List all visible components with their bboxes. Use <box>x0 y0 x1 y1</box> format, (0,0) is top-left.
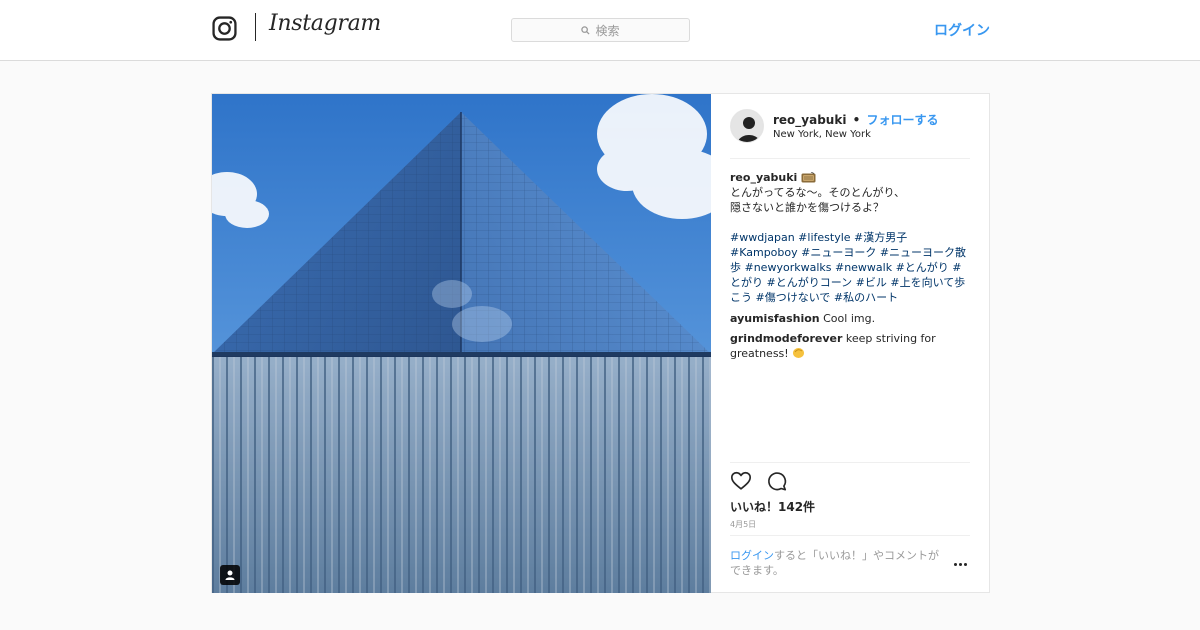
post-header: reo_yabuki • フォローする New York, New York <box>730 109 970 159</box>
top-navigation-bar: Instagram 検索 ログイン <box>0 0 1200 61</box>
comment-item: grindmodeforever keep striving for great… <box>730 331 970 361</box>
post-username[interactable]: reo_yabuki <box>773 113 846 127</box>
search-placeholder: 検索 <box>595 23 620 38</box>
divider <box>730 462 970 463</box>
caption-line: 隠さないと誰かを傷つけるよ？ <box>730 201 884 214</box>
comment-text: Cool img. <box>823 312 876 325</box>
logo-divider <box>255 13 256 41</box>
caption-line: とんがってるな〜。そのとんがり、 <box>730 186 906 199</box>
login-link[interactable]: ログイン <box>934 20 990 40</box>
caption: reo_yabuki とんがってるな〜。そのとんがり、 隠さないと誰かを傷つける… <box>730 170 970 305</box>
divider <box>730 158 970 159</box>
comment-item: ayumisfashion Cool img. <box>730 311 970 326</box>
comment-username[interactable]: ayumisfashion <box>730 312 820 325</box>
login-prompt: ログインすると「いいね！」やコメントができます。 <box>730 548 945 578</box>
instagram-wordmark[interactable]: Instagram <box>269 11 381 36</box>
heart-icon[interactable] <box>730 470 752 492</box>
search-input[interactable]: 検索 <box>511 18 690 42</box>
post-card: reo_yabuki • フォローする New York, New York r… <box>211 93 990 593</box>
comment-username[interactable]: grindmodeforever <box>730 332 842 345</box>
action-bar <box>730 470 788 496</box>
caption-hashtags[interactable]: #wwdjapan #lifestyle #漢方男子 #Kampoboy #ニュ… <box>730 230 970 305</box>
more-options-icon[interactable] <box>954 559 970 569</box>
caption-username[interactable]: reo_yabuki <box>730 170 797 185</box>
avatar[interactable] <box>730 109 764 143</box>
comment-icon[interactable] <box>766 470 788 492</box>
skyscraper-image <box>212 94 711 593</box>
search-icon <box>581 25 591 35</box>
instagram-camera-icon[interactable] <box>212 16 237 41</box>
like-count[interactable]: いいね！142件 <box>730 498 815 515</box>
comment-list: reo_yabuki とんがってるな〜。そのとんがり、 隠さないと誰かを傷つける… <box>730 170 970 361</box>
post-author-line: reo_yabuki • フォローする <box>773 111 939 128</box>
radio-emoji-icon <box>801 172 816 183</box>
clapping-hand-emoji-icon <box>793 348 805 358</box>
login-prompt-link[interactable]: ログイン <box>730 549 774 562</box>
post-date[interactable]: 4月5日 <box>730 519 756 530</box>
post-location[interactable]: New York, New York <box>773 129 871 140</box>
follow-button[interactable]: フォローする <box>867 113 939 127</box>
user-tag-icon[interactable] <box>220 565 240 585</box>
post-sidebar: reo_yabuki • フォローする New York, New York r… <box>730 94 970 593</box>
separator-dot: • <box>852 113 861 127</box>
divider <box>730 535 970 536</box>
post-photo[interactable] <box>212 94 711 593</box>
